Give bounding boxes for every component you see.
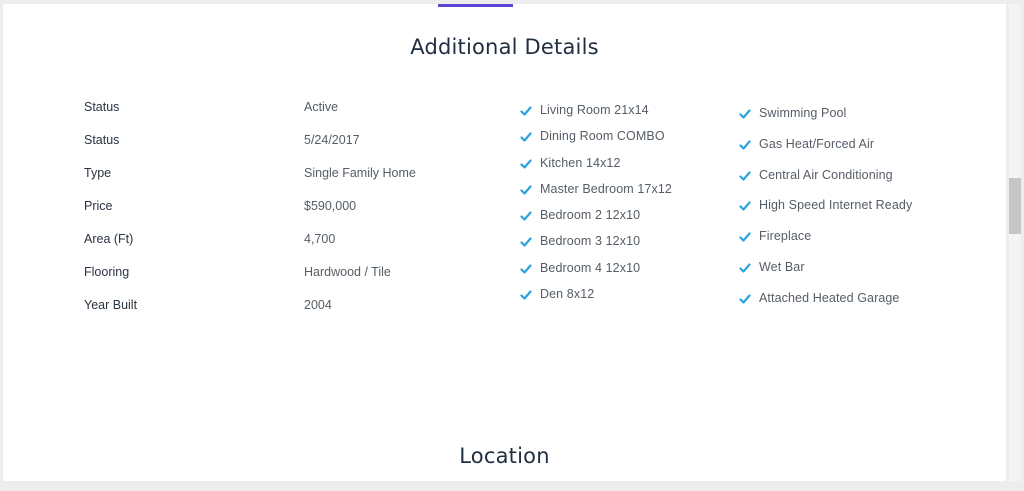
feature-label: Fireplace: [759, 229, 812, 244]
spec-value: 2004: [304, 298, 332, 312]
check-icon: [739, 109, 751, 119]
location-title: Location: [459, 444, 550, 468]
check-icon: [520, 264, 532, 274]
active-tab-indicator: [438, 4, 513, 7]
spec-value: 4,700: [304, 232, 336, 246]
spec-label: Status: [84, 133, 120, 147]
scrollbar-thumb[interactable]: [1009, 178, 1021, 234]
list-item: Wet Bar: [739, 260, 912, 291]
feature-label: Kitchen 14x12: [540, 155, 621, 170]
feature-label: Bedroom 4 12x10: [540, 260, 641, 275]
check-icon: [739, 140, 751, 150]
spec-label: Flooring: [84, 265, 130, 279]
feature-label: Dining Room COMBO: [540, 129, 665, 144]
amenity-feature-list: Swimming Pool Gas Heat/Forced Air Centra…: [739, 106, 912, 322]
spec-value: 5/24/2017: [304, 133, 360, 147]
spec-value: Hardwood / Tile: [304, 265, 391, 279]
check-icon: [520, 185, 532, 195]
details-card: Additional Details Status Active Status …: [3, 0, 1006, 481]
check-icon: [739, 201, 751, 211]
check-icon: [520, 237, 532, 248]
list-item: Gas Heat/Forced Air: [739, 137, 912, 168]
feature-label: Wet Bar: [759, 259, 805, 274]
room-feature-list: Living Room 21x14 Dining Room COMBO Kitc…: [520, 103, 672, 313]
list-item: High Speed Internet Ready: [739, 198, 912, 229]
spec-label: Type: [84, 166, 112, 180]
spec-label: Status: [84, 100, 120, 114]
list-item: Swimming Pool: [739, 106, 912, 137]
feature-label: Bedroom 3 12x10: [540, 234, 641, 249]
check-icon: [520, 290, 532, 300]
check-icon: [739, 232, 751, 242]
spec-value: Active: [304, 100, 339, 114]
feature-label: Swimming Pool: [759, 106, 847, 120]
list-item: Fireplace: [739, 229, 912, 260]
check-icon: [739, 294, 751, 304]
check-icon: [520, 211, 532, 221]
list-item: Den 8x12: [520, 287, 672, 313]
feature-label: Gas Heat/Forced Air: [759, 136, 875, 151]
list-item: Bedroom 4 12x10: [520, 261, 672, 287]
feature-label: Attached Heated Garage: [759, 290, 900, 305]
list-item: Central Air Conditioning: [739, 168, 912, 199]
additional-details-title: Additional Details: [410, 35, 599, 59]
feature-label: High Speed Internet Ready: [759, 198, 913, 213]
list-item: Kitchen 14x12: [520, 156, 672, 182]
list-item: Attached Heated Garage: [739, 291, 912, 322]
feature-label: Den 8x12: [540, 287, 595, 302]
feature-label: Bedroom 2 12x10: [540, 208, 641, 223]
feature-label: Central Air Conditioning: [759, 167, 893, 182]
check-icon: [520, 132, 532, 142]
spec-label: Area (Ft): [84, 232, 134, 246]
list-item: Living Room 21x14: [520, 103, 672, 129]
check-icon: [520, 158, 532, 169]
spec-label: Year Built: [84, 298, 138, 312]
spec-label: Price: [84, 199, 113, 213]
spec-value: $590,000: [304, 199, 357, 213]
list-item: Bedroom 3 12x10: [520, 234, 672, 260]
check-icon: [520, 106, 532, 116]
spec-value: Single Family Home: [304, 166, 416, 180]
check-icon: [739, 263, 751, 273]
feature-label: Master Bedroom 17x12: [540, 181, 672, 196]
check-icon: [739, 170, 751, 181]
list-item: Bedroom 2 12x10: [520, 208, 672, 234]
feature-label: Living Room 21x14: [540, 103, 649, 117]
list-item: Master Bedroom 17x12: [520, 182, 672, 208]
scrollbar-track[interactable]: [1009, 4, 1021, 481]
list-item: Dining Room COMBO: [520, 129, 672, 155]
